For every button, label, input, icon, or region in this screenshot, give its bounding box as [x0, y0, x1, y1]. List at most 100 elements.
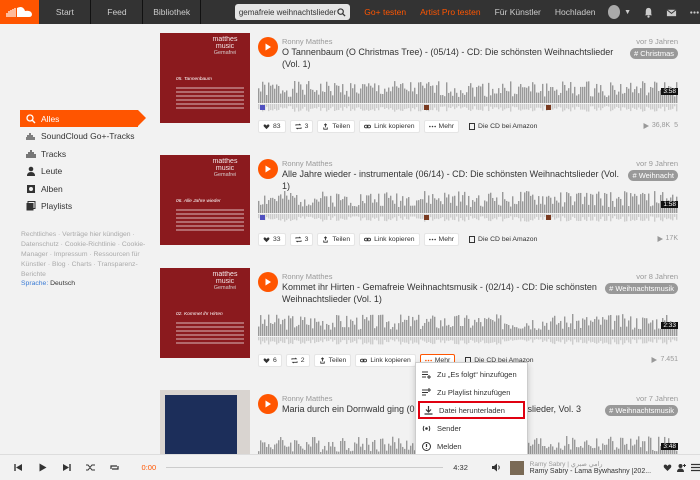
waveform[interactable]	[258, 312, 678, 346]
track-item: matthes music Gemafrei 05. Tannenbaum Ronn…	[160, 33, 682, 133]
share-button[interactable]: Teilen	[313, 354, 352, 367]
sidebar-item-tracks[interactable]: Tracks	[20, 145, 146, 162]
cover-title: 05. Tannenbaum	[176, 77, 212, 82]
for-artists-link[interactable]: Für Künstler	[495, 7, 541, 17]
sidebar-item-go-plus[interactable]: SoundCloud Go+-Tracks	[20, 128, 146, 145]
search-input[interactable]: gemafreie weihnachtslieder	[234, 4, 351, 20]
sidebar-item-playlists[interactable]: Playlists	[20, 198, 146, 215]
cover-title: 06. Alle Jahre wieder	[176, 199, 221, 204]
share-button[interactable]: Teilen	[317, 120, 356, 133]
sidebar-item-label: Alben	[41, 183, 63, 194]
like-button[interactable]: 6	[258, 354, 282, 367]
more-icon[interactable]	[689, 6, 700, 18]
genre-tag[interactable]: # Weihnachtsmusik	[605, 283, 678, 294]
cover-credits	[176, 87, 244, 111]
go-plus-link[interactable]: Go+ testen	[364, 7, 406, 17]
more-button[interactable]: Mehr	[423, 233, 460, 246]
sidebar-item-albums[interactable]: Alben	[20, 180, 146, 197]
footer-links[interactable]: Rechtliches · Verträge hier kündigen · D…	[21, 230, 149, 280]
queue-icon[interactable]	[690, 463, 700, 473]
current-time: 0:00	[141, 463, 157, 472]
cover-brand: matthes music Gemafrei	[212, 271, 238, 291]
track-artist[interactable]: Ronny Matthes	[282, 272, 332, 281]
track-cover[interactable]: matthes music Gemafrei 05. Tannenbaum	[160, 33, 250, 123]
upload-date: vor 8 Jahren	[636, 272, 678, 281]
play-button[interactable]	[258, 37, 278, 57]
repost-button[interactable]: 3	[289, 120, 314, 133]
buy-link[interactable]: Die CD bei Amazon	[469, 236, 537, 243]
play-count: 17K	[657, 235, 678, 242]
waveform[interactable]	[258, 79, 678, 113]
copy-link-button[interactable]: Link kopieren	[359, 233, 420, 246]
nav-start[interactable]: Start	[39, 0, 92, 24]
more-button[interactable]: Mehr	[423, 120, 460, 133]
volume-icon[interactable]	[492, 463, 502, 473]
repost-button[interactable]: 3	[289, 233, 314, 246]
genre-tag[interactable]: # Weihnacht	[628, 170, 678, 181]
waveform[interactable]	[258, 189, 678, 223]
play-count: 36,8K 5	[643, 122, 678, 129]
sidebar-item-label: SoundCloud Go+-Tracks	[41, 131, 135, 141]
track-item: matthes music Gemafrei 06. Alle Jahre wied…	[160, 155, 682, 255]
play-button[interactable]	[258, 159, 278, 179]
track-cover[interactable]: matthes music Gemafrei 02. Kommet ihr Hirt…	[160, 268, 250, 358]
language-selector[interactable]: Sprache: Deutsch	[21, 280, 75, 287]
menu-item-add-playlist[interactable]: Zu Playlist hinzufügen	[416, 383, 527, 401]
repeat-icon[interactable]	[110, 463, 120, 473]
menu-item-station[interactable]: Sender	[416, 419, 527, 437]
track-duration: 3:58	[661, 88, 678, 95]
top-bar: Start Feed Bibliothek gemafreie weihnach…	[0, 0, 700, 24]
like-button[interactable]: 83	[258, 120, 286, 133]
previous-icon[interactable]	[14, 463, 24, 473]
menu-item-report[interactable]: Melden	[416, 437, 527, 455]
sidebar-item-label: Tracks	[41, 148, 67, 159]
track-title[interactable]: Kommet ihr Hirten - Gemafreie Weihnachts…	[282, 282, 627, 305]
add-playlist-icon	[422, 387, 431, 395]
genre-tag[interactable]: # Christmas	[629, 48, 678, 59]
sidebar-item-people[interactable]: Leute	[20, 163, 146, 180]
bell-icon[interactable]	[643, 6, 654, 18]
chevron-down-icon[interactable]: ▼	[624, 9, 631, 16]
copy-link-button[interactable]: Link kopieren	[355, 354, 416, 367]
track-title[interactable]: O Tannenbaum (O Christmas Tree) - (05/14…	[282, 47, 627, 70]
buy-link[interactable]: Die CD bei Amazon	[469, 123, 537, 130]
search-icon	[25, 113, 36, 124]
upload-link[interactable]: Hochladen	[555, 7, 596, 17]
now-playing-artist: Ramy Sabry | رامي صبري	[529, 461, 603, 468]
share-button[interactable]: Teilen	[317, 233, 356, 246]
next-icon[interactable]	[62, 463, 72, 473]
cover-brand: matthes music Gemafrei	[212, 36, 238, 56]
artist-pro-link[interactable]: Artist Pro testen	[420, 7, 480, 17]
nav-feed[interactable]: Feed	[91, 0, 144, 24]
track-artist[interactable]: Ronny Matthes	[282, 394, 332, 403]
cover-credits	[176, 209, 244, 233]
play-button[interactable]	[258, 394, 278, 414]
nav-library[interactable]: Bibliothek	[143, 0, 201, 24]
sidebar-item-all[interactable]: Alles	[20, 110, 146, 127]
track-actions: 33 3 Teilen Link kopieren Mehr Die CD be…	[258, 233, 537, 246]
report-icon	[422, 441, 431, 451]
track-artist[interactable]: Ronny Matthes	[282, 37, 332, 46]
avatar[interactable]	[607, 5, 621, 19]
track-item: matthes music Gemafrei 02. Kommet ihr Hirt…	[160, 268, 682, 368]
progress-bar[interactable]	[166, 467, 444, 468]
genre-tag[interactable]: # Weihnachtsmusik	[605, 405, 678, 416]
track-artist[interactable]: Ronny Matthes	[282, 159, 332, 168]
mail-icon[interactable]	[666, 6, 677, 18]
now-playing-info[interactable]: Ramy Sabry | رامي صبري Ramy Sabry - Lama…	[530, 460, 659, 475]
play-count: 7.451	[651, 356, 678, 363]
search-icon[interactable]	[337, 7, 346, 17]
repost-button[interactable]: 2	[285, 354, 310, 367]
follow-icon[interactable]	[676, 463, 686, 473]
menu-item-next-up[interactable]: Zu „Es folgt“ hinzufügen	[416, 365, 527, 383]
soundcloud-logo[interactable]	[0, 0, 40, 24]
shuffle-icon[interactable]	[86, 463, 96, 473]
like-button[interactable]: 33	[258, 233, 286, 246]
track-cover[interactable]: matthes music Gemafrei 06. Alle Jahre wied…	[160, 155, 250, 245]
play-button[interactable]	[258, 272, 278, 292]
like-icon[interactable]	[662, 463, 672, 473]
now-playing-cover[interactable]	[509, 460, 524, 475]
play-icon[interactable]	[38, 463, 48, 473]
menu-item-download[interactable]: Datei herunterladen	[418, 401, 525, 419]
copy-link-button[interactable]: Link kopieren	[359, 120, 420, 133]
